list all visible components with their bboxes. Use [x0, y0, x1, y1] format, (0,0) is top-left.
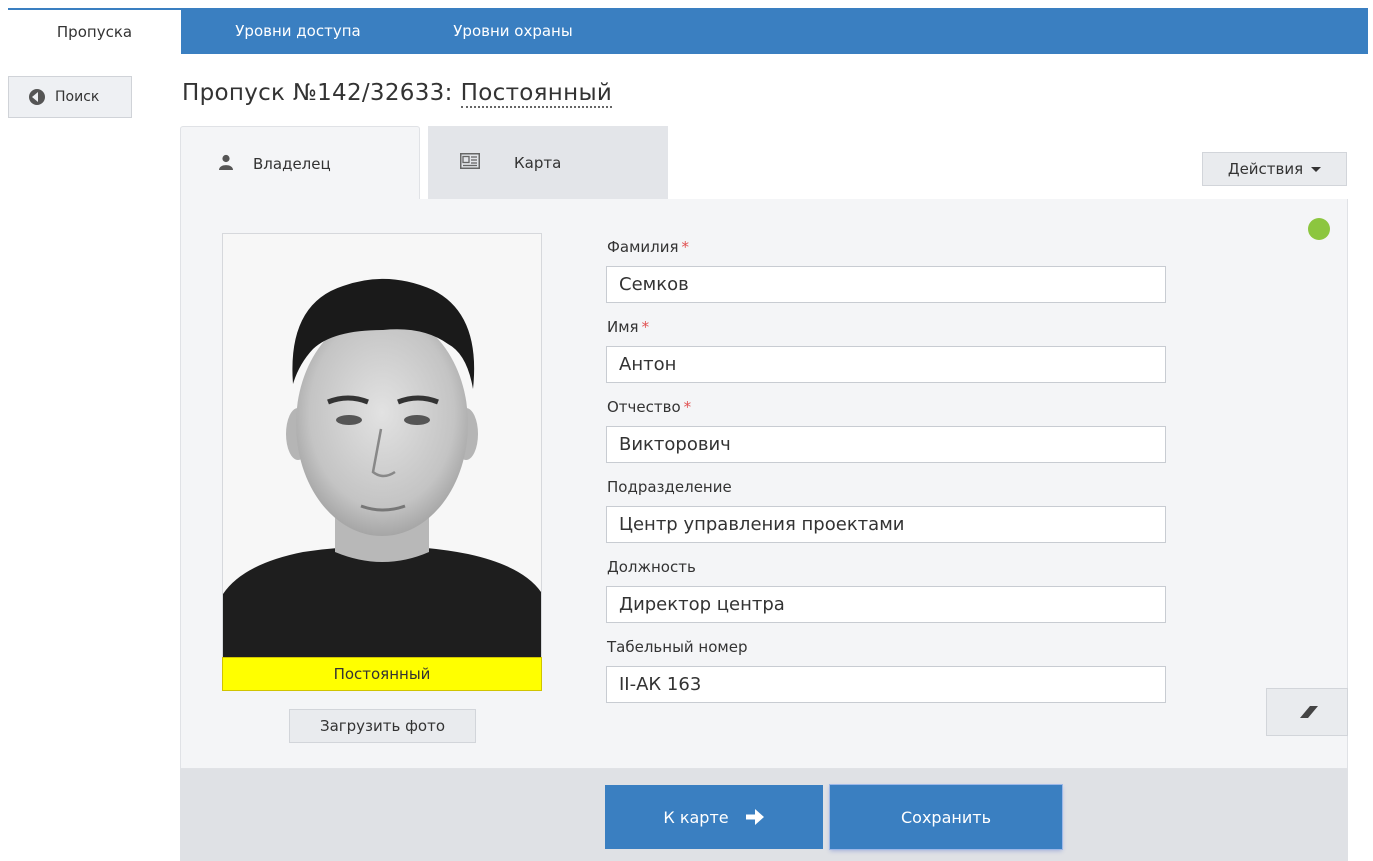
- eraser-icon: [1300, 706, 1318, 718]
- tab-security-levels[interactable]: Уровни охраны: [413, 8, 613, 54]
- to-card-button[interactable]: К карте: [605, 785, 823, 849]
- surname-input[interactable]: Семков: [606, 266, 1166, 303]
- page-title: Пропуск №142/32633: Постоянный: [182, 80, 613, 108]
- id-card-icon: [460, 153, 480, 173]
- pass-type-link[interactable]: Постоянный: [460, 80, 613, 108]
- field-label-patronymic: Отчество *: [607, 398, 691, 416]
- field-label-department: Подразделение: [607, 478, 732, 496]
- tab-passes[interactable]: Пропуска: [8, 10, 181, 54]
- field-label-personnel-number: Табельный номер: [607, 638, 747, 656]
- tab-owner[interactable]: Владелец: [180, 126, 420, 200]
- name-label-text: Имя: [607, 318, 639, 336]
- portrait-image: [223, 234, 541, 658]
- search-back-label: Поиск: [55, 89, 100, 105]
- required-marker: *: [683, 398, 692, 416]
- department-label-text: Подразделение: [607, 478, 732, 496]
- save-button[interactable]: Сохранить: [830, 785, 1062, 849]
- department-input[interactable]: Центр управления проектами: [606, 506, 1166, 543]
- required-marker: *: [681, 238, 690, 256]
- field-label-name: Имя *: [607, 318, 649, 336]
- tab-access-levels[interactable]: Уровни доступа: [193, 8, 403, 54]
- personnel-number-input[interactable]: II-АК 163: [606, 666, 1166, 703]
- photo-caption-pass-type: Постоянный: [222, 657, 542, 691]
- arrow-right-icon: [745, 808, 765, 826]
- clear-form-button[interactable]: [1266, 688, 1348, 736]
- owner-photo: [222, 233, 542, 691]
- user-icon: [219, 154, 233, 174]
- field-label-surname: Фамилия *: [607, 238, 689, 256]
- top-nav: Пропуска Уровни доступа Уровни охраны: [8, 8, 1368, 54]
- upload-photo-button[interactable]: Загрузить фото: [289, 709, 476, 743]
- tab-owner-label: Владелец: [253, 154, 331, 173]
- actions-dropdown-button[interactable]: Действия: [1202, 152, 1347, 186]
- patronymic-label-text: Отчество: [607, 398, 681, 416]
- personnel-number-label-text: Табельный номер: [607, 638, 748, 656]
- actions-label: Действия: [1227, 160, 1304, 178]
- status-indicator: [1308, 218, 1330, 240]
- caret-down-icon: [1311, 166, 1322, 172]
- tab-card[interactable]: Карта: [428, 126, 668, 200]
- arrow-left-circle-icon: [29, 89, 45, 105]
- tab-card-label: Карта: [514, 154, 562, 172]
- search-back-button[interactable]: Поиск: [8, 76, 132, 118]
- field-label-position: Должность: [607, 558, 696, 576]
- patronymic-input[interactable]: Викторович: [606, 426, 1166, 463]
- surname-label-text: Фамилия: [607, 238, 679, 256]
- pass-number: Пропуск №142/32633:: [182, 80, 453, 106]
- required-marker: *: [641, 318, 650, 336]
- position-label-text: Должность: [607, 558, 696, 576]
- position-input[interactable]: Директор центра: [606, 586, 1166, 623]
- name-input[interactable]: Антон: [606, 346, 1166, 383]
- to-card-label: К карте: [663, 807, 729, 827]
